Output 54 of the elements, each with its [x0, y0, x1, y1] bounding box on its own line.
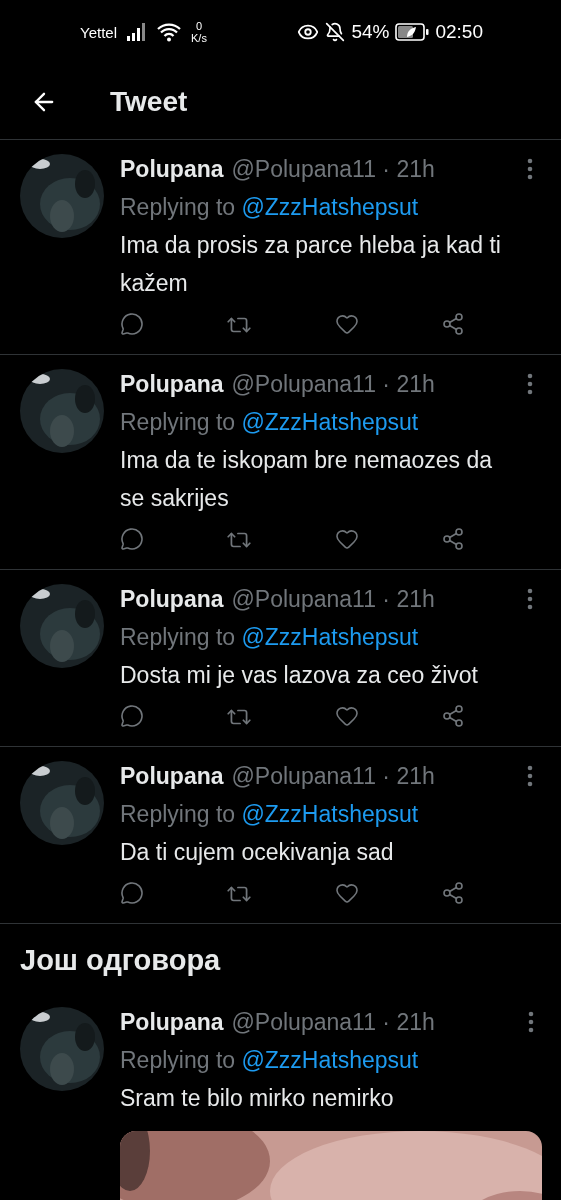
mention-link[interactable]: @ZzzHatshepsut: [241, 409, 419, 435]
mention-link[interactable]: @ZzzHatshepsut: [241, 801, 419, 827]
share-button[interactable]: [441, 312, 465, 338]
author-handle: @Polupana11 · 21h: [231, 585, 435, 614]
tweet-text: Ima da te iskopam bre nemaozes da se sakrijes: [120, 446, 494, 513]
author-name[interactable]: Polupana: [120, 757, 224, 795]
page-title: Tweet: [110, 85, 188, 118]
more-button[interactable]: [527, 588, 533, 610]
reply-button[interactable]: [120, 527, 144, 553]
share-button[interactable]: [441, 881, 465, 907]
author-handle: @Polupana11 · 21h: [231, 762, 435, 791]
author-name[interactable]: Polupana: [120, 580, 224, 618]
mention-link[interactable]: @ZzzHatshepsut: [241, 624, 419, 650]
tweet-text: Dosta mi je vas lazova za ceo život: [120, 661, 479, 690]
more-icon: [527, 373, 533, 395]
more-icon: [527, 158, 533, 180]
reply-button[interactable]: [120, 704, 144, 730]
wifi-icon: [157, 22, 181, 42]
more-button[interactable]: [527, 765, 533, 787]
replying-label: Replying to: [120, 409, 236, 435]
battery-icon: [395, 23, 430, 41]
more-button[interactable]: [528, 1011, 534, 1033]
reply-button[interactable]: [120, 312, 144, 338]
more-icon: [527, 588, 533, 610]
tweet-text: Ima da prosis za parce hleba ja kad ti kažem: [120, 231, 502, 298]
bell-off-icon: [325, 22, 346, 42]
battery-percent: 54%: [351, 21, 390, 43]
author-name[interactable]: Polupana: [120, 150, 224, 188]
more-button[interactable]: [527, 158, 533, 180]
replying-label: Replying to: [120, 801, 236, 827]
more-button[interactable]: [527, 373, 533, 395]
more-icon: [528, 1011, 534, 1033]
net-speed-value: 0: [195, 20, 202, 32]
share-button[interactable]: [441, 704, 465, 730]
carrier-name: Yettel: [80, 23, 117, 41]
mention-link[interactable]: @ZzzHatshepsut: [241, 194, 419, 220]
clock: 02:50: [435, 21, 483, 43]
author-name[interactable]: Polupana: [120, 1003, 224, 1041]
author-handle: @Polupana11 · 21h: [231, 155, 435, 184]
reply-button[interactable]: [120, 881, 144, 907]
mention-link[interactable]: @ZzzHatshepsut: [241, 1047, 419, 1073]
tweet-text: Sram te bilo mirko nemirko: [120, 1084, 395, 1113]
author-name[interactable]: Polupana: [120, 365, 224, 403]
replying-label: Replying to: [120, 624, 236, 650]
signal-icon: [127, 23, 147, 41]
author-handle: @Polupana11 · 21h: [231, 370, 435, 399]
share-button[interactable]: [441, 527, 465, 553]
net-speed-unit: K/s: [191, 32, 207, 44]
section-title: Још одговора: [19, 943, 222, 978]
author-handle: @Polupana11 · 21h: [231, 1008, 435, 1037]
replying-label: Replying to: [120, 1047, 236, 1073]
more-icon: [527, 765, 533, 787]
replying-label: Replying to: [120, 194, 236, 220]
tweet-text: Da ti cujem ocekivanja sad: [120, 838, 395, 867]
